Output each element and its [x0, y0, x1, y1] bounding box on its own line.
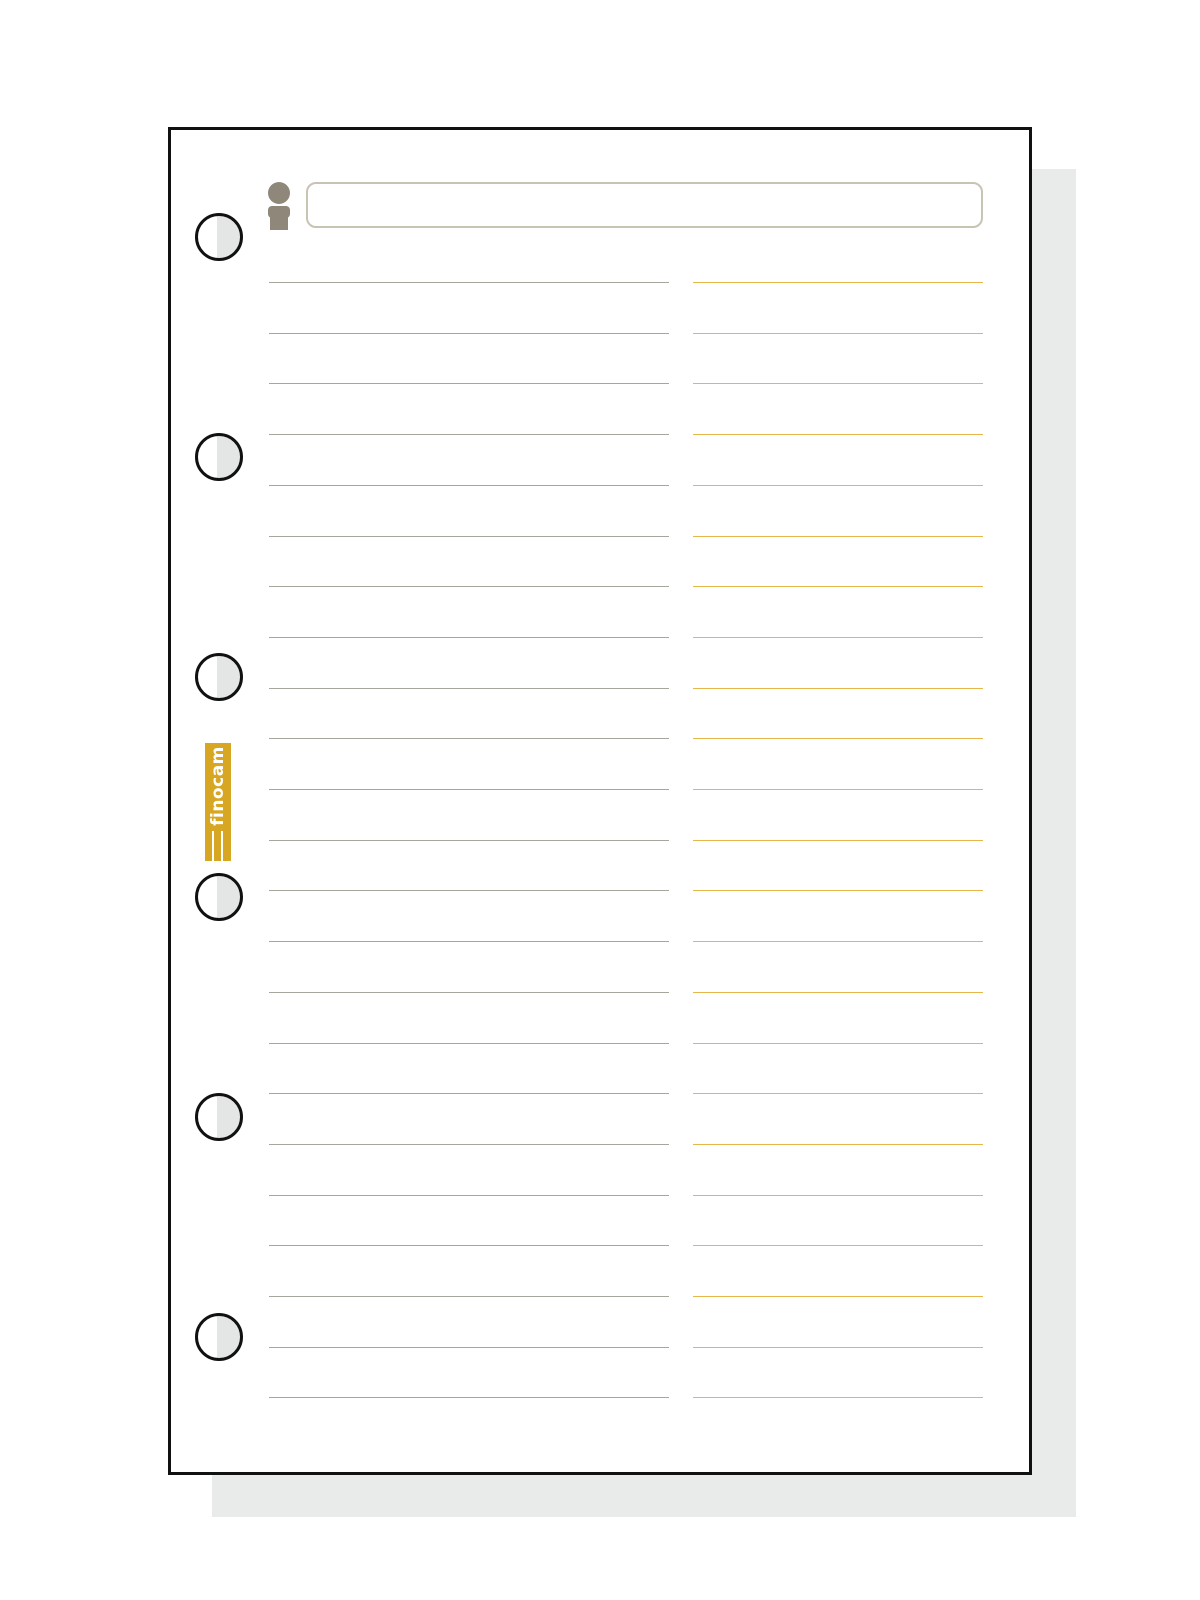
right-column-line	[693, 383, 983, 384]
left-column-line	[269, 485, 669, 486]
right-column-line	[693, 434, 983, 435]
left-column-line	[269, 282, 669, 283]
right-column-line	[693, 1043, 983, 1044]
left-column-line	[269, 1043, 669, 1044]
left-column-line	[269, 1093, 669, 1094]
left-column-line	[269, 1195, 669, 1196]
right-column-line	[693, 1093, 983, 1094]
right-column-line	[693, 992, 983, 993]
left-column-line	[269, 738, 669, 739]
left-column-line	[269, 1347, 669, 1348]
right-column-line	[693, 1347, 983, 1348]
right-column-line	[693, 941, 983, 942]
right-column-line	[693, 586, 983, 587]
right-column-line	[693, 1144, 983, 1145]
right-column-line	[693, 688, 983, 689]
right-column-line	[693, 333, 983, 334]
brand-logo: finocam	[205, 743, 231, 861]
finocam-stripes-logo	[205, 831, 231, 861]
brand-label-box: finocam	[205, 743, 231, 829]
left-column-line	[269, 840, 669, 841]
left-column-line	[269, 1245, 669, 1246]
right-column-line	[693, 637, 983, 638]
ruled-lines	[171, 130, 1035, 1478]
right-column-line	[693, 789, 983, 790]
right-column-line	[693, 282, 983, 283]
left-column-line	[269, 941, 669, 942]
left-column-line	[269, 688, 669, 689]
left-column-line	[269, 637, 669, 638]
right-column-line	[693, 1195, 983, 1196]
left-column-line	[269, 1144, 669, 1145]
left-column-line	[269, 992, 669, 993]
planner-sheet: finocam	[168, 127, 1032, 1475]
left-column-line	[269, 383, 669, 384]
left-column-line	[269, 536, 669, 537]
left-column-line	[269, 1397, 669, 1398]
right-column-line	[693, 536, 983, 537]
right-column-line	[693, 890, 983, 891]
left-column-line	[269, 586, 669, 587]
left-column-line	[269, 890, 669, 891]
left-column-line	[269, 434, 669, 435]
page-canvas: finocam	[0, 0, 1200, 1600]
right-column-line	[693, 738, 983, 739]
left-column-line	[269, 789, 669, 790]
left-column-line	[269, 1296, 669, 1297]
right-column-line	[693, 840, 983, 841]
brand-name: finocam	[208, 746, 228, 826]
right-column-line	[693, 1245, 983, 1246]
right-column-line	[693, 1296, 983, 1297]
left-column-line	[269, 333, 669, 334]
right-column-line	[693, 485, 983, 486]
right-column-line	[693, 1397, 983, 1398]
